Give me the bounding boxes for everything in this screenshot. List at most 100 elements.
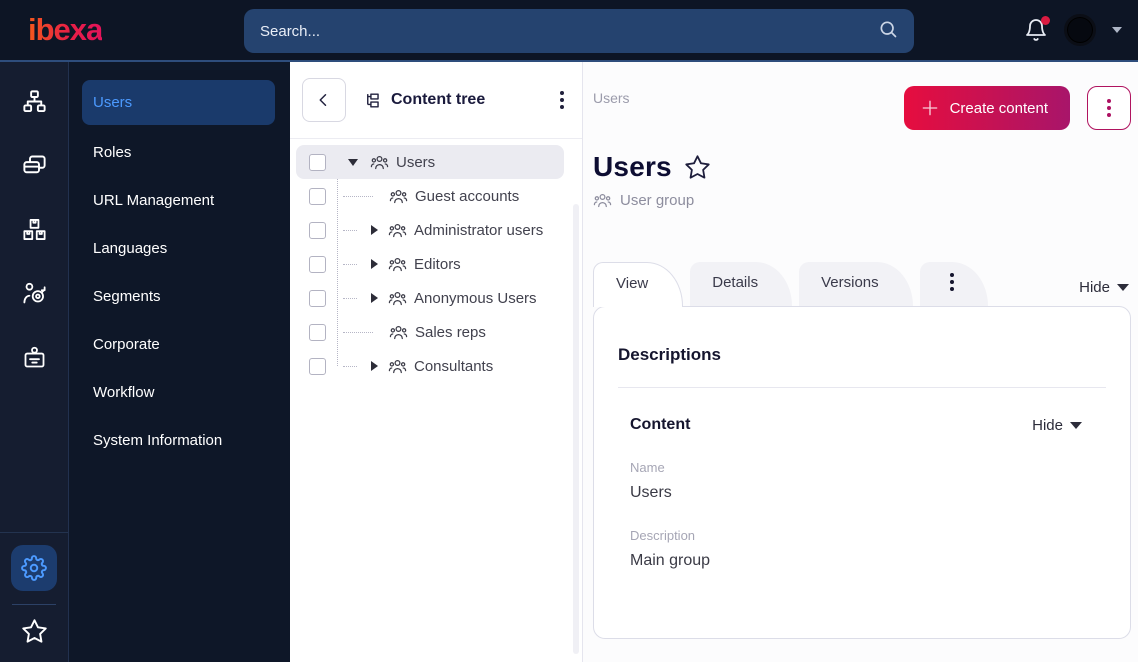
user-group-icon <box>388 289 407 308</box>
ibexa-logo[interactable]: ibexa <box>28 12 103 48</box>
plus-icon <box>922 100 937 116</box>
content-subsection-title: Content <box>630 416 691 433</box>
collapse-tree-button[interactable] <box>302 78 346 122</box>
menu-item-url-management[interactable]: URL Management <box>69 176 290 224</box>
content-tree-icon <box>363 91 382 110</box>
field-label: Description <box>630 528 696 543</box>
field-description: Description Main group <box>630 528 1106 570</box>
page-title: Users <box>593 151 672 182</box>
descriptions-section-title: Descriptions <box>618 345 721 364</box>
user-group-icon <box>593 191 612 210</box>
content-tree-list: Users Guest accounts Administrator users <box>290 139 582 383</box>
main-icon-rail <box>0 62 69 662</box>
rail-divider <box>12 604 56 605</box>
tab-details[interactable]: Details <box>690 262 793 306</box>
user-group-icon <box>388 221 407 240</box>
tree-checkbox-editors[interactable] <box>309 255 326 273</box>
tree-item-users[interactable]: Users <box>296 145 564 179</box>
user-group-icon <box>388 255 407 274</box>
customer-target-icon[interactable] <box>21 280 48 307</box>
user-menu-caret-icon[interactable] <box>1112 27 1122 33</box>
tree-connector <box>343 331 373 333</box>
application-window: ibexa Search... Users Roles URL Manageme… <box>0 0 1138 662</box>
tree-item-label: Consultants <box>414 357 494 375</box>
menu-item-roles[interactable]: Roles <box>69 128 290 176</box>
tree-item-label: Administrator users <box>414 221 544 239</box>
tree-connector <box>343 195 373 197</box>
section-divider <box>618 387 1106 388</box>
tree-item-anonymous-users[interactable]: Anonymous Users <box>296 281 564 315</box>
field-value: Users <box>630 484 672 501</box>
tree-options-kebab-icon[interactable] <box>556 87 568 113</box>
expander-collapse-icon[interactable] <box>348 158 358 166</box>
tree-item-label: Users <box>396 153 436 171</box>
tree-item-administrator-users[interactable]: Administrator users <box>296 213 564 247</box>
menu-item-segments[interactable]: Segments <box>69 272 290 320</box>
tree-connector <box>343 365 357 367</box>
top-bar: ibexa <box>0 0 1138 62</box>
tree-checkbox-consultants[interactable] <box>309 357 326 375</box>
bookmarks-star-icon[interactable] <box>21 618 48 650</box>
hide-content-control[interactable]: Hide <box>1032 417 1084 434</box>
tree-item-label: Anonymous Users <box>414 289 537 307</box>
tab-more-kebab[interactable] <box>919 262 988 306</box>
favorite-star-icon[interactable] <box>684 154 711 181</box>
tree-checkbox-users[interactable] <box>309 153 326 171</box>
menu-item-system-information[interactable]: System Information <box>69 416 290 464</box>
tree-checkbox-sales-reps[interactable] <box>309 323 326 341</box>
menu-item-users[interactable]: Users <box>82 80 275 125</box>
tree-item-sales-reps[interactable]: Sales reps <box>296 315 564 349</box>
field-name: Name Users <box>630 460 1106 502</box>
main-content: Users Create content Users User group Vi… <box>583 62 1138 662</box>
tree-connector <box>343 229 357 231</box>
hide-tabs-control[interactable]: Hide <box>1079 279 1131 296</box>
tree-item-guest-accounts[interactable]: Guest accounts <box>296 179 564 213</box>
pages-icon[interactable] <box>21 152 48 179</box>
tree-checkbox-guest-accounts[interactable] <box>309 187 326 205</box>
tab-versions[interactable]: Versions <box>799 262 913 306</box>
settings-gear-icon[interactable] <box>11 545 57 591</box>
tree-item-label: Sales reps <box>415 323 486 341</box>
notifications-bell-icon[interactable] <box>1024 16 1050 42</box>
badge-icon[interactable] <box>21 344 48 371</box>
chevron-down-icon <box>1070 421 1082 429</box>
view-tab-card: Descriptions Content Hide Name Users Des… <box>593 306 1131 639</box>
content-tree-header: Content tree <box>290 62 582 139</box>
tree-item-editors[interactable]: Editors <box>296 247 564 281</box>
menu-item-languages[interactable]: Languages <box>69 224 290 272</box>
field-value: Main group <box>630 552 711 569</box>
menu-item-corporate[interactable]: Corporate <box>69 320 290 368</box>
content-type-label: User group <box>620 191 695 209</box>
content-tree-panel: Content tree Users Guest accounts Admini… <box>290 62 583 662</box>
expander-expand-icon[interactable] <box>371 259 378 269</box>
user-avatar[interactable] <box>1064 14 1096 46</box>
content-actions-kebab-button[interactable] <box>1087 86 1131 130</box>
user-group-icon <box>389 323 408 342</box>
menu-item-workflow[interactable]: Workflow <box>69 368 290 416</box>
user-group-icon <box>388 357 407 376</box>
admin-menu-panel: Users Roles URL Management Languages Seg… <box>69 62 290 662</box>
sitemap-icon[interactable] <box>21 88 48 115</box>
tree-connector <box>343 263 357 265</box>
expander-expand-icon[interactable] <box>371 293 378 303</box>
expander-expand-icon[interactable] <box>371 361 378 371</box>
tree-checkbox-administrator-users[interactable] <box>309 221 326 239</box>
rail-bottom-section <box>0 532 68 662</box>
search-input[interactable] <box>260 22 878 40</box>
content-tabs: View Details Versions Hide <box>593 262 1131 307</box>
notification-badge <box>1041 16 1050 25</box>
tree-checkbox-anonymous-users[interactable] <box>309 289 326 307</box>
tree-scrollbar[interactable] <box>573 204 579 654</box>
tree-item-consultants[interactable]: Consultants <box>296 349 564 383</box>
boxes-icon[interactable] <box>21 216 48 243</box>
content-tree-title: Content tree <box>391 91 486 108</box>
breadcrumb[interactable]: Users <box>593 90 630 106</box>
expander-expand-icon[interactable] <box>371 225 378 235</box>
global-search[interactable] <box>244 9 914 53</box>
topbar-right-cluster <box>1024 0 1122 60</box>
create-content-button[interactable]: Create content <box>903 86 1070 130</box>
chevron-down-icon <box>1117 284 1129 291</box>
field-label: Name <box>630 460 665 475</box>
search-icon[interactable] <box>878 19 898 44</box>
tab-view[interactable]: View <box>593 262 684 307</box>
